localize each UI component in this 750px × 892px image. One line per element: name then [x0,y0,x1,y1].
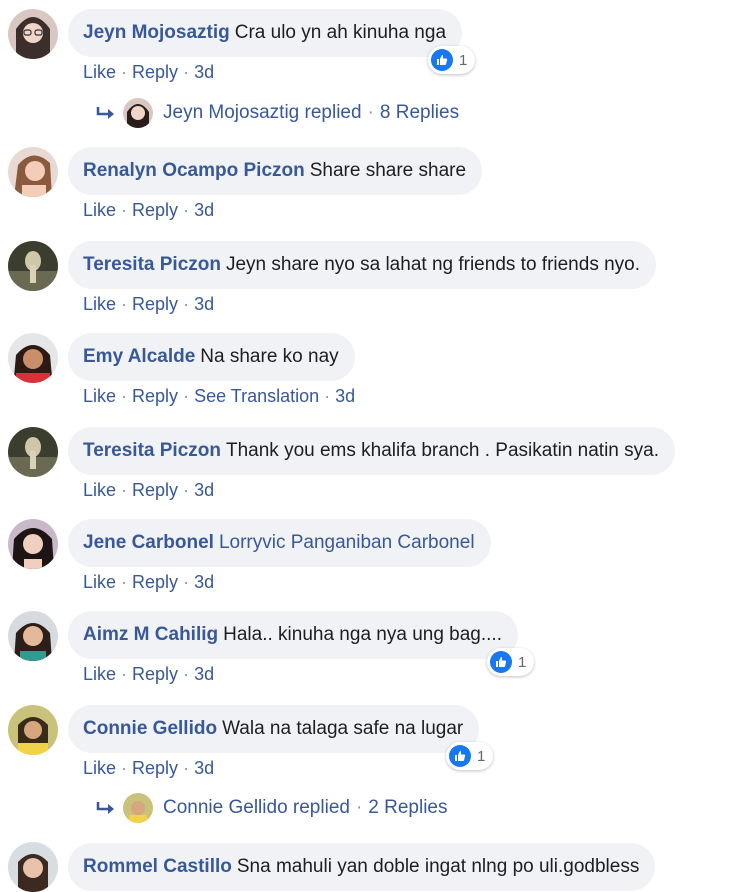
comment-text: Jeyn share nyo sa lahat ng friends to fr… [225,254,641,275]
reaction-number: 1 [459,51,468,69]
like-link[interactable]: Like [83,294,116,314]
reply-arrow-icon [96,107,114,119]
timestamp[interactable]: 3d [194,572,214,592]
reply-avatar [123,793,153,823]
reply-link[interactable]: Reply [132,758,178,778]
like-link[interactable]: Like [83,664,116,684]
timestamp[interactable]: 3d [335,386,355,406]
like-link[interactable]: Like [83,480,116,500]
reply-link[interactable]: Reply [132,294,178,314]
reply-count: 2 Replies [368,797,448,818]
reply-arrow-icon [96,802,114,814]
timestamp[interactable]: 3d [194,480,214,500]
avatar[interactable] [8,705,58,755]
see-translation-link[interactable]: See Translation [194,386,319,406]
avatar[interactable] [8,241,58,291]
comment-text[interactable]: Lorryvic Panganiban Carbonel [219,532,475,553]
comment-author[interactable]: Teresita Piczon [83,440,221,461]
avatar[interactable] [8,427,58,477]
replied-by: Connie Gellido replied [163,797,350,818]
avatar[interactable] [8,519,58,569]
comment-author[interactable]: Emy Alcalde [83,346,195,367]
like-link[interactable]: Like [83,62,116,82]
reply-count: 8 Replies [379,102,460,123]
comment-actions: Like · Reply · 3d [83,200,215,220]
timestamp[interactable]: 3d [194,200,214,220]
avatar[interactable] [8,611,58,661]
comment-bubble: Rommel Castillo Sna mahuli yan doble inga… [68,843,656,891]
avatar[interactable] [8,842,58,892]
reply-link[interactable]: Reply [132,386,178,406]
comment-actions: Like · Reply · 3d [83,294,215,314]
reply-link[interactable]: Reply [132,480,178,500]
comment-bubble: Jene Carbonel Lorryvic Panganiban Carbone… [68,519,491,567]
timestamp[interactable]: 3d [194,294,214,314]
comment-author[interactable]: Renalyn Ocampo Piczon [83,160,305,181]
reply-link[interactable]: Reply [132,62,178,82]
avatar[interactable] [8,147,58,197]
view-replies-link[interactable]: Jeyn Mojosaztig replied · 8 Replies [95,98,459,128]
comment-bubble: Teresita Piczon Thank you ems khalifa bra… [68,427,675,475]
like-link[interactable]: Like [83,758,116,778]
comment-author[interactable]: Jene Carbonel [83,532,214,553]
comment-actions: Like · Reply · 3d [83,758,215,778]
comment-text: Sna mahuli yan doble ingat nlng po uli.g… [236,856,640,877]
comment-bubble: Emy Alcalde Na share ko nay [68,333,355,381]
like-link[interactable]: Like [83,572,116,592]
like-link[interactable]: Like [83,200,116,220]
comment-author[interactable]: Aimz M Cahilig [83,624,218,645]
comment-text: Thank you ems khalifa branch . Pasikatin… [225,440,659,461]
comment-bubble: Jeyn Mojosaztig Cra ulo yn ah kinuha nga [68,9,463,57]
reply-link[interactable]: Reply [132,200,178,220]
comment-bubble: Connie Gellido Wala na talaga safe na lug… [68,705,480,753]
replied-by: Jeyn Mojosaztig replied [163,102,362,123]
reply-link[interactable]: Reply [132,664,178,684]
comment-text: Hala.. kinuha nga nya ung bag.... [223,624,502,645]
like-reaction-icon [449,745,471,767]
timestamp[interactable]: 3d [194,62,214,82]
reply-avatar [123,98,153,128]
comment-author[interactable]: Rommel Castillo [83,856,232,877]
comment-bubble: Teresita Piczon Jeyn share nyo sa lahat n… [68,241,657,289]
comment-actions: Like · Reply · 3d [83,480,215,500]
reaction-count[interactable]: 1 [487,648,535,676]
comment-text: Wala na talaga safe na lugar [222,718,464,739]
timestamp[interactable]: 3d [194,664,214,684]
like-reaction-icon [431,49,453,71]
comment-actions: Like · Reply · 3d [83,62,215,82]
comment-author[interactable]: Teresita Piczon [83,254,221,275]
view-replies-link[interactable]: Connie Gellido replied · 2 Replies [95,793,448,823]
reaction-count[interactable]: 1 [428,46,476,74]
comment-bubble: Aimz M Cahilig Hala.. kinuha nga nya ung … [68,611,518,659]
comment-bubble: Renalyn Ocampo Piczon Share share share [68,147,483,195]
avatar[interactable] [8,333,58,383]
avatar[interactable] [8,9,58,59]
like-link[interactable]: Like [83,386,116,406]
timestamp[interactable]: 3d [194,758,214,778]
like-reaction-icon [490,651,512,673]
comment-text: Cra ulo yn ah kinuha nga [234,22,447,43]
comment-text: Na share ko nay [200,346,339,367]
comment-actions: Like · Reply · See Translation · 3d [83,386,356,406]
comment-author[interactable]: Jeyn Mojosaztig [83,22,230,43]
comment-author[interactable]: Connie Gellido [83,718,217,739]
comment-actions: Like · Reply · 3d [83,572,215,592]
reaction-count[interactable]: 1 [446,742,494,770]
reaction-number: 1 [477,747,486,765]
reaction-number: 1 [518,653,527,671]
comment-text: Share share share [309,160,467,181]
comment-actions: Like · Reply · 3d [83,664,215,684]
reply-link[interactable]: Reply [132,572,178,592]
